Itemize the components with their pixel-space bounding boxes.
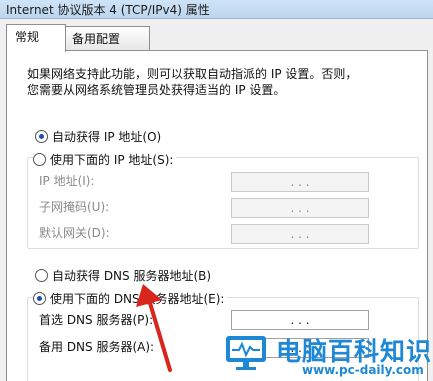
tab-alternate-label: 备用配置 bbox=[72, 32, 121, 46]
ip-address-row: IP 地址(I): bbox=[39, 171, 95, 191]
alternate-dns-row: 备用 DNS 服务器(A): bbox=[39, 337, 154, 357]
monitor-logo-icon bbox=[226, 336, 266, 370]
tab-alternate-configuration[interactable]: 备用配置 bbox=[63, 26, 150, 51]
obtain-ip-automatically-label: 自动获得 IP 地址(O) bbox=[52, 130, 162, 144]
description-line-2: 您需要从网络系统管理员处获得适当的 IP 设置。 bbox=[27, 83, 286, 97]
subnet-mask-input[interactable]: . . . bbox=[231, 198, 369, 218]
tab-general[interactable]: 常规 bbox=[6, 24, 66, 52]
preferred-dns-label: 首选 DNS 服务器(P): bbox=[39, 313, 154, 327]
use-following-dns-label: 使用下面的 DNS 服务器地址(E): bbox=[50, 292, 225, 306]
obtain-dns-automatically-option[interactable]: 自动获得 DNS 服务器地址(B) bbox=[35, 267, 211, 284]
description-text: 如果网络支持此功能，则可以获取自动指派的 IP 设置。否则， 您需要从网络系统管… bbox=[27, 66, 387, 98]
description-line-1: 如果网络支持此功能，则可以获取自动指派的 IP 设置。否则， bbox=[27, 67, 358, 81]
use-following-ip-label: 使用下面的 IP 地址(S): bbox=[50, 153, 174, 167]
ip-address-label: IP 地址(I): bbox=[39, 174, 95, 188]
subnet-mask-label: 子网掩码(U): bbox=[39, 200, 110, 214]
default-gateway-input[interactable]: . . . bbox=[231, 224, 369, 244]
use-following-ip-option[interactable]: 使用下面的 IP 地址(S): bbox=[33, 151, 177, 168]
preferred-dns-input[interactable]: . . . bbox=[231, 310, 369, 330]
tab-strip: 常规 备用配置 bbox=[6, 24, 426, 52]
window-title: Internet 协议版本 4 (TCP/IPv4) 属性 bbox=[6, 3, 210, 17]
use-following-dns-option[interactable]: 使用下面的 DNS 服务器地址(E): bbox=[33, 290, 228, 307]
obtain-ip-automatically-option[interactable]: 自动获得 IP 地址(O) bbox=[35, 128, 161, 145]
subnet-mask-row: 子网掩码(U): bbox=[39, 197, 109, 217]
tab-general-label: 常规 bbox=[15, 30, 40, 44]
obtain-dns-automatically-radio[interactable] bbox=[35, 269, 48, 282]
use-following-ip-radio[interactable] bbox=[33, 153, 46, 166]
preferred-dns-row: 首选 DNS 服务器(P): bbox=[39, 310, 153, 330]
watermark: 电脑百科知识 www.pc-daily.com bbox=[222, 330, 433, 381]
use-following-dns-radio[interactable] bbox=[33, 292, 46, 305]
default-gateway-label: 默认网关(D): bbox=[39, 226, 110, 240]
title-bar[interactable]: Internet 协议版本 4 (TCP/IPv4) 属性 bbox=[0, 0, 433, 19]
alternate-dns-label: 备用 DNS 服务器(A): bbox=[39, 340, 155, 354]
default-gateway-row: 默认网关(D): bbox=[39, 223, 110, 243]
obtain-ip-automatically-radio[interactable] bbox=[35, 130, 48, 143]
ip-address-input[interactable]: . . . bbox=[231, 172, 369, 192]
tcpipv4-properties-dialog: Internet 协议版本 4 (TCP/IPv4) 属性 常规 备用配置 如果… bbox=[0, 0, 433, 381]
obtain-dns-automatically-label: 自动获得 DNS 服务器地址(B) bbox=[52, 269, 212, 283]
watermark-url: www.pc-daily.com bbox=[302, 363, 424, 377]
